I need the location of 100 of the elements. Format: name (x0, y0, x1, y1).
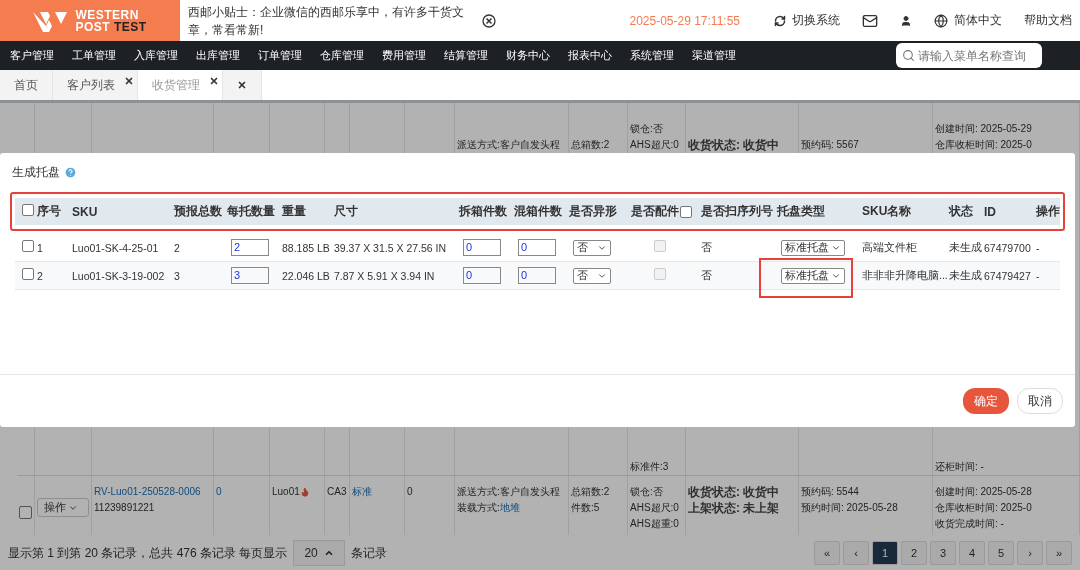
page-button[interactable]: › (1017, 540, 1043, 565)
cell-text: 0 (407, 485, 414, 499)
close-icon[interactable] (237, 80, 247, 90)
column-header: SKU (71, 204, 99, 219)
page-button[interactable]: 1 (872, 540, 898, 565)
input-field[interactable]: 0 (518, 267, 556, 284)
cell-text: AHS超尺:0 (630, 501, 680, 515)
column-header: 是否配件 (631, 203, 679, 220)
cell-text: 锁仓:否 (630, 122, 664, 136)
input-field[interactable]: 0 (518, 239, 556, 256)
column-header: SKU名称 (861, 203, 913, 220)
link[interactable]: 标准 (352, 484, 402, 500)
notice-text: 西邮小贴士：企业微信的西邮乐享中，有许多干货文章，常看常新! (187, 3, 465, 39)
nav-item[interactable]: 财务中心 (506, 48, 568, 63)
table-cell-text: - (1035, 269, 1041, 282)
cancel-button[interactable]: 取消 (1017, 388, 1063, 414)
cell-text: 派送方式:客户自发头程 (457, 138, 561, 152)
column-header: 托盘类型 (776, 203, 826, 220)
nav-item[interactable]: 结算管理 (444, 48, 506, 63)
table-cell-text: 39.37 X 31.5 X 27.56 IN (333, 241, 448, 254)
status-text: 上架状态: 未上架 (688, 500, 781, 516)
link[interactable]: 0 (216, 484, 267, 500)
page-button[interactable]: 3 (930, 540, 956, 565)
page-button[interactable]: 4 (959, 540, 985, 565)
table-cell-text: 未生成 (948, 240, 980, 255)
logo-text: POST TEST (75, 20, 147, 33)
column-header: 操作 (1035, 203, 1061, 220)
page-button[interactable]: 2 (901, 540, 927, 565)
column-header: 每托数量 (226, 203, 276, 220)
page-button[interactable]: « (814, 540, 840, 565)
checkbox[interactable] (22, 204, 34, 216)
cell-text: 仓库收柜时间: 2025-0 (935, 138, 1033, 152)
table-cell-text: 22.046 LB (281, 269, 330, 282)
table-cell-text: 88.185 LB (281, 241, 330, 254)
nav-item[interactable]: 出库管理 (196, 48, 258, 63)
checkbox[interactable] (680, 205, 692, 218)
checkbox[interactable] (22, 240, 34, 252)
action-button[interactable]: 操作 (37, 498, 89, 517)
table-cell-text: 3 (173, 269, 181, 282)
column-header: 重量 (281, 203, 307, 220)
nav-item[interactable]: 渠道管理 (692, 48, 754, 63)
help-link[interactable]: 帮助文档 (1024, 12, 1072, 29)
table-cell-text: Luo01-SK-3-19-002 (71, 269, 166, 282)
nav-item[interactable]: 费用管理 (382, 48, 444, 63)
select-field[interactable]: 标准托盘 (781, 239, 845, 256)
column-header: 混箱件数 (513, 203, 563, 220)
table-cell-text: 67479700 (983, 241, 1032, 254)
nav-item[interactable]: 系统管理 (630, 48, 692, 63)
select-field[interactable]: 否 (573, 267, 611, 284)
tab[interactable] (223, 70, 262, 100)
cell-text: 标准件:3 (630, 460, 670, 474)
search-field[interactable]: 请输入菜单名称查询 (896, 43, 1042, 68)
nav-item[interactable]: 工单管理 (72, 48, 134, 63)
pagination-summary: 显示第 1 到第 20 条记录，总共 476 条记录 每页显示 (8, 544, 288, 561)
page-button[interactable]: ‹ (843, 540, 869, 565)
nav-item[interactable]: 仓库管理 (320, 48, 382, 63)
switch-system-link[interactable]: 切换系统 (774, 12, 840, 29)
checkbox[interactable] (19, 506, 32, 519)
input-field[interactable]: 0 (463, 239, 501, 256)
table-cell-text: Luo01-SK-4-25-01 (71, 241, 160, 254)
table-cell-text: 67479427 (983, 269, 1032, 282)
cell-text: AHS超尺:0 (630, 138, 680, 152)
nav-item[interactable]: 入库管理 (134, 48, 196, 63)
table-cell-text: 高端文件柜 (861, 240, 918, 255)
close-icon[interactable] (482, 13, 496, 28)
table-cell-text: 1 (36, 241, 44, 254)
close-icon[interactable] (209, 76, 219, 86)
link[interactable]: 地堆 (499, 502, 520, 513)
mail-icon[interactable] (862, 12, 878, 29)
input-field[interactable]: 2 (231, 239, 269, 256)
help-icon[interactable] (64, 166, 77, 179)
table-cell-text: - (1035, 241, 1041, 254)
nav-item[interactable]: 订单管理 (258, 48, 320, 63)
select-field[interactable]: 否 (573, 239, 611, 256)
select-field[interactable]: 标准托盘 (781, 267, 845, 284)
page-button[interactable]: » (1046, 540, 1072, 565)
close-icon[interactable] (124, 76, 134, 86)
tab[interactable]: 首页 (0, 70, 53, 100)
input-field[interactable]: 0 (463, 267, 501, 284)
checkbox[interactable] (22, 268, 34, 280)
cell-text: 锁仓:否 (630, 485, 664, 499)
page-size-select[interactable]: 20 (293, 539, 345, 566)
cell-text: 总箱数:2 (571, 485, 611, 499)
tab[interactable]: 客户列表 (53, 70, 138, 100)
cell-text: 预约码: 5567 (801, 138, 860, 152)
nav-item[interactable]: 客户管理 (10, 48, 72, 63)
flame-icon (299, 487, 310, 497)
table-cell-text: 2 (173, 241, 181, 254)
language-link[interactable]: 简体中文 (934, 12, 1002, 29)
nav-item[interactable]: 报表中心 (568, 48, 630, 63)
cell-text: 预约码: 5544 (801, 485, 860, 499)
cell-text: 装载方式:地堆 (457, 501, 521, 515)
column-header: 尺寸 (333, 203, 359, 220)
cell-text: 还柜时间: - (935, 460, 985, 474)
input-field[interactable]: 3 (231, 267, 269, 284)
page-button[interactable]: 5 (988, 540, 1014, 565)
confirm-button[interactable]: 确定 (963, 388, 1009, 414)
link[interactable]: RV-Luo01-250528-0006 (94, 484, 211, 500)
user-icon[interactable] (900, 14, 912, 27)
logo-mark-icon (33, 9, 68, 32)
